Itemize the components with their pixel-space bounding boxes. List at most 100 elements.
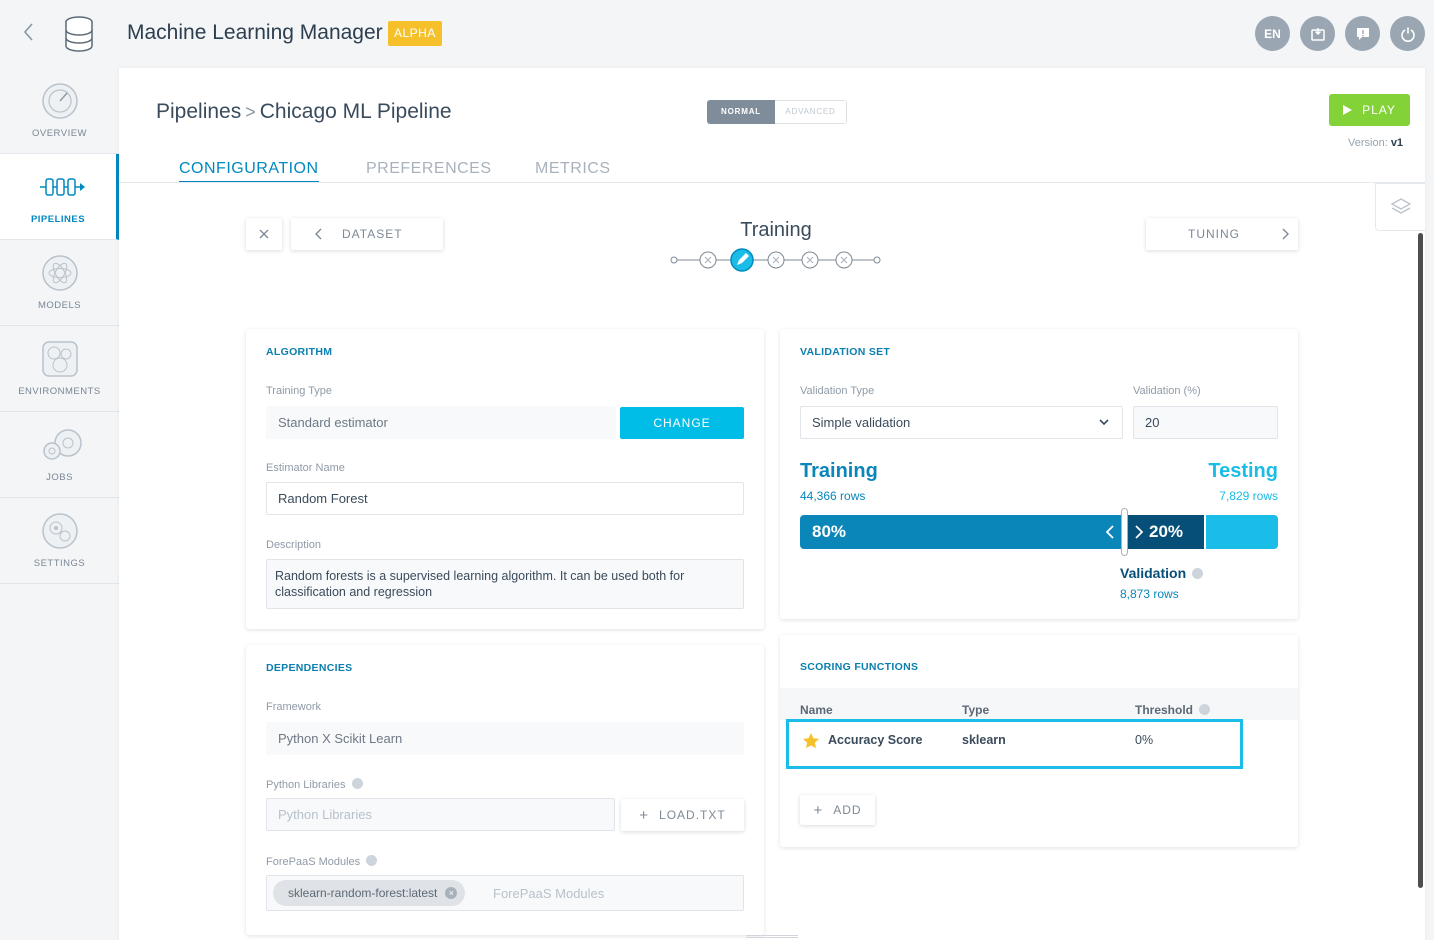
split-handle[interactable] xyxy=(1121,508,1128,556)
validation-rows: 8,873 rows xyxy=(1120,587,1179,601)
change-button[interactable]: CHANGE xyxy=(620,407,744,439)
version-info: Version: v1 xyxy=(1348,137,1403,149)
dependencies-card: DEPENDENCIES Framework Python X Scikit L… xyxy=(246,645,764,935)
back-arrow-icon[interactable] xyxy=(22,22,42,44)
close-button[interactable] xyxy=(246,218,282,250)
scoring-card: SCORING FUNCTIONS Name Type Threshold Ac… xyxy=(780,635,1298,847)
description-label: Description xyxy=(266,539,322,551)
training-type-field: Standard estimator xyxy=(266,406,616,439)
chip-remove-icon[interactable]: × xyxy=(445,887,458,899)
info-icon[interactable] xyxy=(351,778,363,789)
gauge-icon xyxy=(40,81,80,121)
load-txt-button[interactable]: + LOAD.TXT xyxy=(621,799,744,831)
description-textarea[interactable]: Random forests is a supervised learning … xyxy=(266,559,744,609)
chevron-right-icon: > xyxy=(245,102,256,122)
sidebar-item-models[interactable]: MODELS xyxy=(0,240,119,326)
feedback-icon[interactable] xyxy=(1345,16,1380,51)
estimator-name-input[interactable]: Random Forest xyxy=(266,482,744,515)
tab-configuration[interactable]: CONFIGURATION xyxy=(179,160,319,183)
estimator-name-label: Estimator Name xyxy=(266,462,345,474)
validation-type-select[interactable]: Simple validation xyxy=(800,406,1123,439)
modules-input[interactable]: sklearn-random-forest:latest × ForePaaS … xyxy=(266,875,744,911)
python-libraries-label: Python Libraries xyxy=(266,779,346,791)
column-header-type: Type xyxy=(962,703,990,717)
language-button[interactable]: EN xyxy=(1255,16,1290,51)
validation-type-label: Validation Type xyxy=(800,385,875,397)
step-dot[interactable] xyxy=(699,251,717,269)
gears-icon xyxy=(40,425,82,465)
info-icon[interactable] xyxy=(1192,568,1204,579)
plus-icon: + xyxy=(639,806,650,824)
step-dot-current[interactable] xyxy=(730,248,754,272)
prev-step-button[interactable]: DATASET xyxy=(291,218,443,250)
info-icon[interactable] xyxy=(1199,704,1211,715)
step-title: Training xyxy=(740,219,812,241)
sidebar-item-label: JOBS xyxy=(46,472,73,483)
sidebar-item-overview[interactable]: OVERVIEW xyxy=(0,68,119,154)
app-title: Machine Learning Manager xyxy=(127,21,383,44)
scoring-threshold-cell: 0% xyxy=(1135,733,1154,747)
scoring-title: SCORING FUNCTIONS xyxy=(800,661,919,673)
validation-percent: 20% xyxy=(1149,522,1184,541)
next-step-label: TUNING xyxy=(1188,227,1240,241)
validation-percent-label: Validation (%) xyxy=(1133,385,1201,397)
modules-label-row: ForePaaS Modules xyxy=(266,855,378,868)
dependencies-title: DEPENDENCIES xyxy=(266,662,353,674)
training-rows: 44,366 rows xyxy=(800,489,866,503)
framework-field: Python X Scikit Learn xyxy=(266,722,744,755)
prev-step-label: DATASET xyxy=(342,227,403,241)
pipeline-icon xyxy=(38,167,85,207)
mode-normal-button[interactable]: NORMAL xyxy=(707,100,775,124)
next-step-button[interactable]: TUNING xyxy=(1146,218,1298,250)
mode-toggle[interactable]: NORMAL ADVANCED xyxy=(707,100,847,124)
sidebar-item-label: PIPELINES xyxy=(30,214,86,225)
sidebar: OVERVIEW PIPELINES MODELS ENVIRONMENTS J… xyxy=(0,68,119,940)
breadcrumb: Pipelines > Chicago ML Pipeline xyxy=(156,100,452,124)
sidebar-item-environments[interactable]: ENVIRONMENTS xyxy=(0,326,119,412)
tab-metrics[interactable]: METRICS xyxy=(535,160,611,181)
top-bar: Machine Learning Manager ALPHA EN xyxy=(0,0,1434,68)
training-percent: 80% xyxy=(812,522,847,541)
info-icon[interactable] xyxy=(366,855,378,866)
algorithm-card: ALGORITHM Training Type Standard estimat… xyxy=(246,329,764,629)
column-header-threshold: Threshold xyxy=(1135,703,1194,717)
star-icon[interactable] xyxy=(802,732,820,750)
sidebar-item-label: SETTINGS xyxy=(33,558,86,569)
deploy-icon[interactable] xyxy=(1300,16,1335,51)
sidebar-item-pipelines[interactable]: PIPELINES xyxy=(0,154,119,240)
scrollbar[interactable] xyxy=(1418,233,1423,888)
chevron-left-icon xyxy=(315,228,322,240)
scoring-name-cell: Accuracy Score xyxy=(828,733,923,747)
step-indicator xyxy=(670,248,885,272)
training-segment xyxy=(800,515,1126,549)
column-header-threshold-row: Threshold xyxy=(1135,703,1211,717)
step-dot[interactable] xyxy=(835,251,853,269)
step-dot[interactable] xyxy=(767,251,785,269)
sidebar-item-jobs[interactable]: JOBS xyxy=(0,412,119,498)
split-bar[interactable]: 80% 20% xyxy=(800,508,1278,556)
python-libraries-input[interactable]: Python Libraries xyxy=(266,798,615,831)
database-logo-icon xyxy=(62,15,96,53)
settings-icon xyxy=(40,511,80,551)
add-scoring-button[interactable]: + ADD xyxy=(800,795,875,825)
breadcrumb-root[interactable]: Pipelines xyxy=(156,100,241,123)
tab-preferences[interactable]: PREFERENCES xyxy=(366,160,492,181)
validation-card: VALIDATION SET Validation Type Simple va… xyxy=(780,329,1298,619)
breadcrumb-current: Chicago ML Pipeline xyxy=(259,100,452,123)
plus-icon: + xyxy=(813,801,824,819)
validation-percent-input[interactable]: 20 xyxy=(1133,406,1278,439)
alpha-badge: ALPHA xyxy=(388,21,442,46)
mode-advanced-button[interactable]: ADVANCED xyxy=(775,100,847,124)
resize-handle[interactable] xyxy=(746,935,798,938)
chevron-right-icon[interactable] xyxy=(1135,525,1143,539)
play-button[interactable]: PLAY xyxy=(1329,94,1410,126)
sidebar-item-settings[interactable]: SETTINGS xyxy=(0,498,119,584)
step-dot[interactable] xyxy=(801,251,819,269)
version-value: v1 xyxy=(1390,137,1404,149)
power-icon[interactable] xyxy=(1390,16,1425,51)
module-chip-label: sklearn-random-forest:latest xyxy=(288,886,438,900)
atom-icon xyxy=(40,253,80,293)
close-icon xyxy=(259,229,269,239)
chevron-left-icon[interactable] xyxy=(1106,525,1114,539)
layers-button[interactable] xyxy=(1375,183,1425,231)
